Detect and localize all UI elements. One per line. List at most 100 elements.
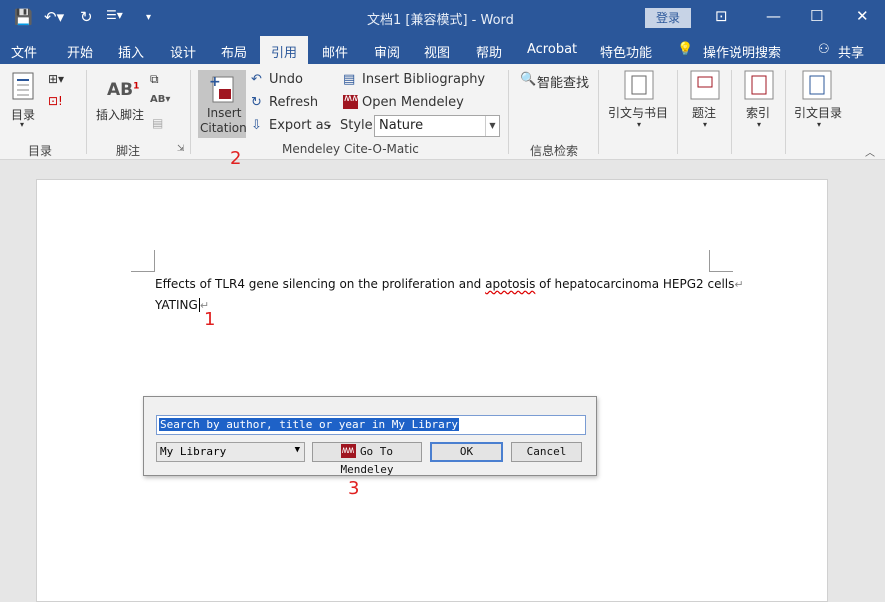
- collapse-ribbon-icon[interactable]: ︿: [865, 144, 875, 159]
- ok-button[interactable]: OK: [430, 442, 503, 462]
- ribbon-separator: [190, 70, 191, 154]
- tab-mailings[interactable]: 邮件: [322, 42, 348, 61]
- table-of-authorities-icon[interactable]: [802, 70, 832, 100]
- margin-corner: [131, 250, 155, 272]
- dialog-launcher-icon[interactable]: ⇲: [177, 144, 185, 154]
- close-icon[interactable]: ✕: [856, 7, 869, 25]
- insert-endnote-icon[interactable]: ⧉: [150, 72, 159, 87]
- svg-text:+: +: [209, 74, 221, 90]
- index-icon[interactable]: [744, 70, 774, 100]
- tell-me-search[interactable]: 操作说明搜索: [703, 42, 781, 61]
- open-mendeley-button[interactable]: Open Mendeley: [362, 95, 464, 110]
- style-label: Style:: [340, 118, 378, 133]
- insert-citation-label-1: Insert: [207, 106, 242, 120]
- ribbon-separator: [785, 70, 786, 154]
- refresh-icon[interactable]: ↻: [251, 95, 262, 110]
- ribbon-separator: [677, 70, 678, 154]
- citation-search-input[interactable]: Search by author, title or year in My Li…: [156, 415, 586, 435]
- export-icon[interactable]: ⇩: [251, 118, 262, 133]
- mendeley-icon[interactable]: [343, 93, 362, 110]
- citations-icon[interactable]: [624, 70, 654, 100]
- toc-icon[interactable]: [12, 72, 36, 102]
- captions-icon[interactable]: [690, 70, 720, 100]
- refresh-button[interactable]: Refresh: [269, 95, 318, 110]
- toc-dropdown-icon[interactable]: ▾: [20, 120, 24, 129]
- title-bar: 💾 ↶▾ ↻ ☰▾ ▾ 文档1 [兼容模式] - Word 登录 ⊡ — ☐ ✕: [0, 0, 885, 36]
- share-button[interactable]: 共享: [838, 42, 864, 61]
- citation-style-value: Nature: [379, 118, 424, 133]
- tab-file[interactable]: 文件: [11, 42, 37, 61]
- annotation-marker-3: 3: [348, 478, 360, 499]
- tab-insert[interactable]: 插入: [118, 42, 144, 61]
- library-select-value: My Library: [160, 445, 227, 458]
- captions-button[interactable]: 题注: [692, 104, 716, 121]
- export-as-button[interactable]: Export as: [269, 118, 330, 133]
- insert-citation-button[interactable]: + Insert Citation: [198, 70, 247, 138]
- tab-view[interactable]: 视图: [424, 42, 450, 61]
- ribbon: 目录 ▾ ⊞▾ ⊡! 目录 AB1 插入脚注 ⧉ AB▾ ▤ 脚注 ⇲ + In…: [0, 64, 885, 160]
- library-select[interactable]: My Library ▼: [156, 442, 305, 462]
- ribbon-display-icon[interactable]: ⊡: [715, 7, 728, 25]
- undo-icon[interactable]: ↶▾: [44, 8, 64, 26]
- login-button[interactable]: 登录: [645, 8, 691, 28]
- ribbon-tabs: 文件 开始 插入 设计 布局 引用 邮件 审阅 视图 帮助 Acrobat 特色…: [0, 36, 885, 64]
- chevron-down-icon[interactable]: ▾: [817, 120, 821, 129]
- undo-citation-icon[interactable]: ↶: [251, 72, 262, 87]
- info-group-label: 信息检索: [530, 144, 579, 158]
- chevron-down-icon[interactable]: ▼: [485, 116, 499, 136]
- ribbon-separator: [598, 70, 599, 154]
- margin-corner: [709, 250, 733, 272]
- document-title-line[interactable]: Effects of TLR4 gene silencing on the pr…: [155, 277, 744, 291]
- redo-icon[interactable]: ↻: [80, 8, 93, 26]
- paragraph-mark-icon: ↵: [734, 278, 744, 291]
- share-icon[interactable]: ⚇: [818, 42, 830, 57]
- tab-design[interactable]: 设计: [170, 42, 196, 61]
- tab-layout[interactable]: 布局: [221, 42, 247, 61]
- smart-lookup-icon[interactable]: 🔍: [520, 72, 536, 87]
- tab-review[interactable]: 审阅: [374, 42, 400, 61]
- chevron-down-icon[interactable]: ▾: [637, 120, 641, 129]
- list-icon[interactable]: ☰▾: [106, 8, 123, 22]
- chevron-down-icon[interactable]: ▾: [703, 120, 707, 129]
- mendeley-icon: [340, 442, 356, 460]
- update-table-icon[interactable]: ⊡!: [48, 94, 63, 108]
- go-to-mendeley-button[interactable]: Go To Mendeley: [312, 442, 422, 476]
- tab-home[interactable]: 开始: [67, 42, 93, 61]
- insert-bibliography-button[interactable]: Insert Bibliography: [362, 72, 485, 87]
- mendeley-group-label: Mendeley Cite-O-Matic: [282, 142, 419, 156]
- tab-acrobat[interactable]: Acrobat: [527, 42, 577, 57]
- insert-footnote-button[interactable]: 插入脚注: [96, 106, 144, 123]
- document-author-line[interactable]: YATING ↵: [155, 298, 209, 312]
- insert-citation-icon: +: [209, 74, 234, 103]
- ribbon-separator: [86, 70, 87, 154]
- citation-search-dialog: Search by author, title or year in My Li…: [143, 396, 597, 476]
- export-dropdown-icon[interactable]: ▾: [327, 122, 331, 131]
- insert-citation-label-2: Citation: [200, 121, 247, 135]
- document-page[interactable]: [36, 179, 828, 602]
- ribbon-separator: [508, 70, 509, 154]
- maximize-icon[interactable]: ☐: [810, 7, 823, 25]
- tab-references[interactable]: 引用: [260, 36, 309, 64]
- show-notes-icon[interactable]: ▤: [152, 116, 163, 130]
- chevron-down-icon[interactable]: ▾: [757, 120, 761, 129]
- table-of-authorities-button[interactable]: 引文目录: [794, 104, 842, 121]
- cancel-button[interactable]: Cancel: [511, 442, 582, 462]
- undo-button[interactable]: Undo: [269, 72, 303, 87]
- insert-footnote-icon[interactable]: AB1: [107, 80, 139, 100]
- author-text: YATING: [155, 298, 198, 312]
- customize-qat-icon[interactable]: ▾: [146, 12, 151, 23]
- add-text-icon[interactable]: ⊞▾: [48, 72, 64, 86]
- title-text-b: of hepatocarcinoma HEPG2 cells: [535, 277, 735, 291]
- chevron-down-icon[interactable]: ▼: [295, 445, 300, 455]
- smart-lookup-button[interactable]: 智能查找: [537, 72, 589, 91]
- save-icon[interactable]: 💾: [14, 8, 33, 26]
- next-footnote-icon[interactable]: AB▾: [150, 94, 170, 105]
- minimize-icon[interactable]: —: [766, 7, 781, 25]
- index-button[interactable]: 索引: [746, 104, 770, 121]
- citation-style-select[interactable]: Nature ▼: [374, 115, 500, 137]
- bibliography-icon[interactable]: ▤: [343, 72, 355, 87]
- tab-help[interactable]: 帮助: [476, 42, 502, 61]
- citations-bibliography-button[interactable]: 引文与书目: [608, 104, 668, 121]
- tab-features[interactable]: 特色功能: [600, 42, 652, 61]
- misspelled-word[interactable]: apotosis: [485, 277, 535, 291]
